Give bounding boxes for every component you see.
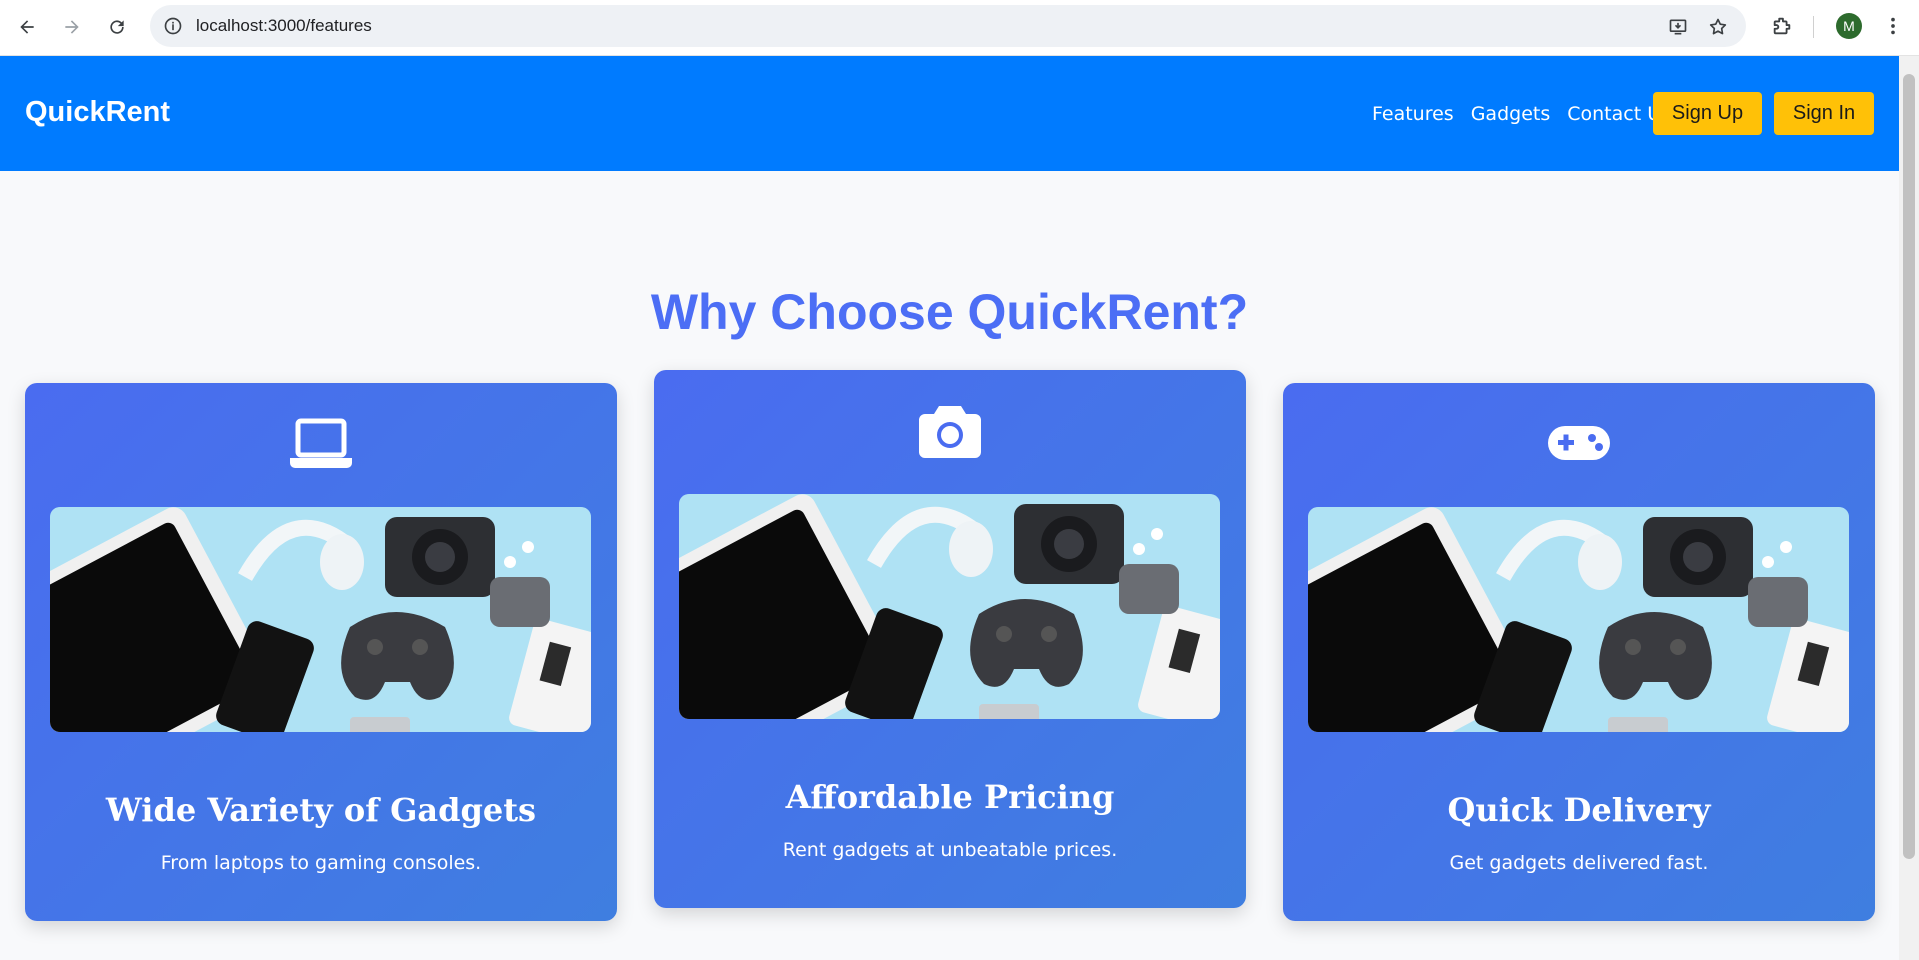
nav-link-features[interactable]: Features xyxy=(1372,103,1454,125)
card-title: Affordable Pricing xyxy=(785,778,1115,816)
gadgets-image xyxy=(1308,507,1849,732)
gadgets-image xyxy=(50,507,591,732)
card-description: From laptops to gaming consoles. xyxy=(160,852,482,874)
camera-icon xyxy=(654,404,1246,458)
extensions-icon[interactable] xyxy=(1769,13,1795,39)
sign-in-button[interactable]: Sign In xyxy=(1774,92,1874,135)
install-app-icon[interactable] xyxy=(1666,15,1690,39)
back-icon[interactable] xyxy=(12,12,42,42)
feature-card: Wide Variety of Gadgets From laptops to … xyxy=(25,383,617,921)
bookmark-star-icon[interactable] xyxy=(1706,15,1730,39)
forward-icon[interactable] xyxy=(57,12,87,42)
brand-logo[interactable]: QuickRent xyxy=(25,96,170,129)
card-description: Rent gadgets at unbeatable prices. xyxy=(782,839,1118,861)
main-nav: Features Gadgets Contact Us xyxy=(1372,103,1688,125)
laptop-icon xyxy=(25,418,617,470)
feature-card: Quick Delivery Get gadgets delivered fas… xyxy=(1283,383,1875,921)
page-scrollbar-thumb[interactable] xyxy=(1903,74,1915,859)
profile-avatar[interactable]: M xyxy=(1836,13,1862,39)
feature-card: Affordable Pricing Rent gadgets at unbea… xyxy=(654,370,1246,908)
sign-up-button[interactable]: Sign Up xyxy=(1653,92,1762,135)
reload-icon[interactable] xyxy=(102,12,132,42)
site-info-icon[interactable] xyxy=(162,15,184,37)
address-bar[interactable]: localhost:3000/features xyxy=(150,5,1746,47)
site-header: QuickRent Features Gadgets Contact Us Si… xyxy=(0,56,1899,171)
gamepad-icon xyxy=(1283,426,1875,462)
browser-toolbar: localhost:3000/features M xyxy=(0,0,1919,56)
browser-menu-icon[interactable] xyxy=(1880,13,1906,39)
nav-link-gadgets[interactable]: Gadgets xyxy=(1471,103,1551,125)
gadgets-image xyxy=(679,494,1220,719)
card-title: Wide Variety of Gadgets xyxy=(105,791,537,829)
section-heading: Why Choose QuickRent? xyxy=(650,284,1249,340)
card-description: Get gadgets delivered fast. xyxy=(1449,852,1709,874)
card-title: Quick Delivery xyxy=(1447,791,1711,829)
url-text[interactable]: localhost:3000/features xyxy=(196,16,372,36)
toolbar-divider xyxy=(1813,16,1814,38)
